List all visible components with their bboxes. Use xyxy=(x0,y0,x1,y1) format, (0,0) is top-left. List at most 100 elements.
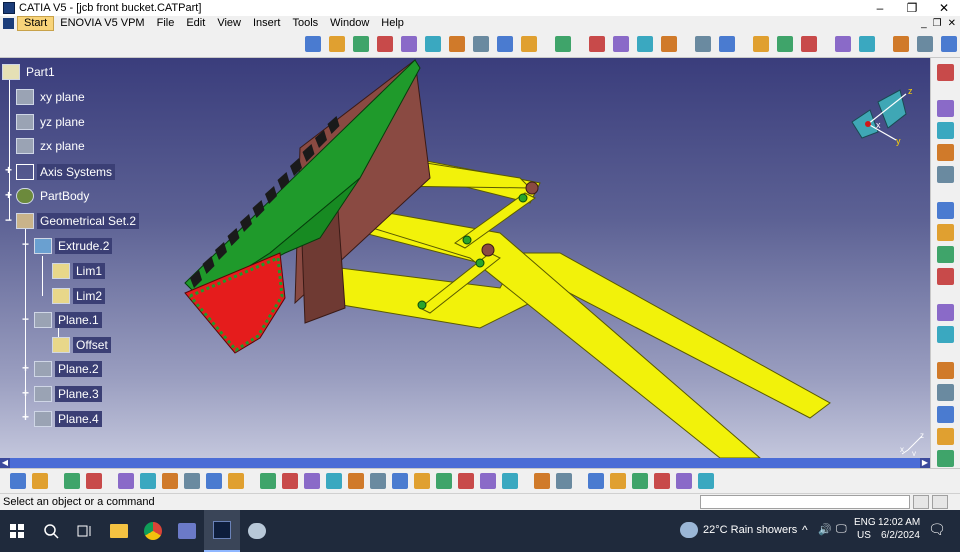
tree-node-lim2[interactable]: Lim2 xyxy=(52,286,106,306)
print-icon[interactable] xyxy=(86,473,102,489)
line-icon[interactable] xyxy=(941,36,957,52)
horizontal-scrollbar[interactable]: ◀ ▶ xyxy=(0,458,930,468)
close-surface-icon[interactable] xyxy=(835,36,851,52)
collapse-icon[interactable]: − xyxy=(4,214,13,226)
catalog-icon[interactable] xyxy=(937,406,954,423)
expand-icon[interactable]: + xyxy=(21,387,30,399)
tree-node-yz-plane[interactable]: yz plane xyxy=(16,112,88,132)
menu-start[interactable]: Start xyxy=(17,16,55,31)
expand-icon[interactable]: + xyxy=(21,411,30,423)
search-button[interactable] xyxy=(932,495,948,509)
expand-icon[interactable]: + xyxy=(4,189,13,201)
measure-between-icon[interactable] xyxy=(676,473,692,489)
pan-icon[interactable] xyxy=(304,473,320,489)
file-explorer-button[interactable] xyxy=(102,510,136,552)
doc-close-button[interactable]: ✕ xyxy=(948,16,956,31)
tree-root[interactable]: Part1 xyxy=(2,62,58,82)
search-taskbar-button[interactable] xyxy=(34,510,68,552)
menu-file[interactable]: File xyxy=(151,16,181,31)
fog-icon[interactable] xyxy=(556,473,572,489)
whats-this-icon[interactable] xyxy=(228,473,244,489)
tree-node-offset[interactable]: Offset xyxy=(52,335,111,355)
view-mode-icon[interactable] xyxy=(436,473,452,489)
tree-node-plane3[interactable]: Plane.3 xyxy=(34,384,102,404)
tree-node-geometrical-set[interactable]: Geometrical Set.2 xyxy=(16,211,140,231)
menu-tools[interactable]: Tools xyxy=(286,16,324,31)
multi-view-icon[interactable] xyxy=(502,473,518,489)
rotate-icon[interactable] xyxy=(326,473,342,489)
close-button[interactable]: ✕ xyxy=(928,0,960,16)
plane-icon[interactable] xyxy=(937,122,954,139)
measure-icon[interactable] xyxy=(555,36,571,52)
cut-icon[interactable] xyxy=(118,473,134,489)
scale-icon[interactable] xyxy=(632,473,648,489)
expand-icon[interactable]: + xyxy=(21,362,30,374)
thread-icon[interactable] xyxy=(719,36,735,52)
swap-visible-icon[interactable] xyxy=(480,473,496,489)
speaker-icon[interactable]: 🔊 xyxy=(818,523,832,536)
catia-menu-icon[interactable] xyxy=(3,18,14,29)
shell-icon[interactable] xyxy=(661,36,677,52)
weather-icon[interactable] xyxy=(680,522,698,538)
fillet-icon[interactable] xyxy=(589,36,605,52)
analysis-icon[interactable] xyxy=(937,246,954,263)
gear-icon[interactable] xyxy=(937,64,954,81)
projection-icon[interactable] xyxy=(937,144,954,161)
chrome-button[interactable] xyxy=(136,510,170,552)
pocket-icon[interactable] xyxy=(377,36,393,52)
constraint-icon[interactable] xyxy=(937,224,954,241)
open-icon[interactable] xyxy=(32,473,48,489)
clock-time[interactable]: 12:02 AM xyxy=(878,517,920,528)
thickness-icon[interactable] xyxy=(695,36,711,52)
apply-material-icon[interactable] xyxy=(610,473,626,489)
menu-insert[interactable]: Insert xyxy=(247,16,287,31)
menu-edit[interactable]: Edit xyxy=(180,16,211,31)
menu-enovia[interactable]: ENOVIA V5 VPM xyxy=(54,16,150,31)
collapse-icon[interactable]: − xyxy=(21,238,30,250)
formula-icon[interactable] xyxy=(937,450,954,467)
tree-node-plane1[interactable]: Plane.1 xyxy=(34,310,102,330)
tree-node-extrude[interactable]: Extrude.2 xyxy=(34,236,113,256)
language-indicator[interactable]: ENG xyxy=(854,517,876,528)
groove-icon[interactable] xyxy=(425,36,441,52)
scroll-right-icon[interactable]: ▶ xyxy=(920,458,930,468)
3d-viewport[interactable]: Part1 xy plane yz plane zx plane + Axis … xyxy=(0,58,930,458)
paste-icon[interactable] xyxy=(162,473,178,489)
copy-icon[interactable] xyxy=(140,473,156,489)
pad-icon[interactable] xyxy=(353,36,369,52)
new-icon[interactable] xyxy=(10,473,26,489)
rib-icon[interactable] xyxy=(449,36,465,52)
table-icon[interactable] xyxy=(534,473,550,489)
doc-restore-button[interactable]: ❐ xyxy=(933,16,942,31)
tree-node-xy-plane[interactable]: xy plane xyxy=(16,87,88,107)
compass-icon[interactable]: z x y xyxy=(848,82,918,152)
tree-node-axis-systems[interactable]: Axis Systems xyxy=(16,162,116,182)
power-input-button[interactable] xyxy=(913,495,929,509)
iso-view-icon[interactable] xyxy=(414,473,430,489)
notifications-icon[interactable]: 🗨 xyxy=(928,521,946,538)
chevron-up-icon[interactable]: ^ xyxy=(802,523,808,537)
split-icon[interactable] xyxy=(777,36,793,52)
zoom-in-icon[interactable] xyxy=(348,473,364,489)
intersection-icon[interactable] xyxy=(937,166,954,183)
axis-icon[interactable] xyxy=(937,100,954,117)
doc-minimize-button[interactable]: _ xyxy=(921,16,927,31)
clock-date[interactable]: 6/2/2024 xyxy=(881,530,920,541)
restore-button[interactable]: ❐ xyxy=(896,0,928,16)
material-icon[interactable] xyxy=(937,384,954,401)
point-icon[interactable] xyxy=(917,36,933,52)
stack-icon[interactable] xyxy=(654,473,670,489)
tree-node-lim1[interactable]: Lim1 xyxy=(52,261,106,281)
boolean-icon[interactable] xyxy=(893,36,909,52)
tree-node-plane4[interactable]: Plane.4 xyxy=(34,409,102,429)
draft-icon[interactable] xyxy=(637,36,653,52)
tree-node-zx-plane[interactable]: zx plane xyxy=(16,136,88,156)
fly-icon[interactable] xyxy=(260,473,276,489)
multi-section-icon[interactable] xyxy=(521,36,537,52)
region-indicator[interactable]: US xyxy=(857,530,871,541)
collapse-icon[interactable]: − xyxy=(21,313,30,325)
minimize-button[interactable]: – xyxy=(864,0,896,16)
fit-all-icon[interactable] xyxy=(282,473,298,489)
redo-icon[interactable] xyxy=(206,473,222,489)
scroll-left-icon[interactable]: ◀ xyxy=(0,458,10,468)
